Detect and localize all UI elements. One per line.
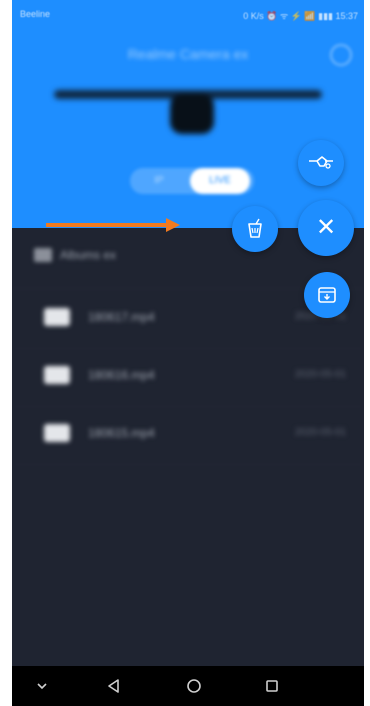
- file-icon: [44, 424, 70, 442]
- file-icon: [44, 366, 70, 384]
- close-fab-button[interactable]: ✕: [298, 200, 354, 256]
- header-bar: Beeline 0 K/s ⏰ ᯤ ⚡ 📶 ▮▮▮ 15:37 Realme C…: [12, 0, 364, 228]
- recents-icon[interactable]: [262, 676, 282, 696]
- file-name: 180615.mp4: [88, 426, 155, 440]
- drone-body: [170, 94, 214, 134]
- phone-screen: Beeline 0 K/s ⏰ ᯤ ⚡ 📶 ▮▮▮ 15:37 Realme C…: [12, 0, 364, 706]
- status-bar: Beeline 0 K/s ⏰ ᯤ ⚡ 📶 ▮▮▮ 15:37: [12, 0, 364, 26]
- drone-image: [54, 78, 322, 138]
- drink-icon: [248, 218, 262, 238]
- folder-name: Albums ex: [60, 248, 117, 262]
- file-icon: [44, 308, 70, 326]
- annotation-arrow: [46, 218, 180, 232]
- mode-option-live[interactable]: LIVE: [190, 168, 250, 194]
- mode-toggle[interactable]: IP LIVE: [130, 168, 254, 194]
- list-item[interactable]: 180616.mp4 2020-05-01: [12, 348, 364, 407]
- drink-fab-button[interactable]: [232, 206, 278, 252]
- file-name: 180616.mp4: [88, 368, 155, 382]
- file-date: 2020-05-01: [294, 427, 346, 438]
- file-date: 2020-05-01: [294, 369, 346, 380]
- drone-icon: [309, 156, 333, 169]
- carrier-label: Beeline: [20, 9, 51, 19]
- system-nav-bar: [12, 666, 364, 706]
- back-icon[interactable]: [104, 676, 124, 696]
- folder-icon: [34, 248, 52, 262]
- home-icon[interactable]: [184, 676, 204, 696]
- settings-icon[interactable]: [330, 44, 352, 66]
- close-icon: ✕: [315, 214, 337, 241]
- page-title: Realme Camera ex: [127, 46, 249, 62]
- list-item[interactable]: 180615.mp4 2020-05-01: [12, 406, 364, 465]
- mode-option-ip[interactable]: IP: [130, 168, 188, 194]
- status-icons: 0 K/s ⏰ ᯤ ⚡ 📶 ▮▮▮ 15:37: [243, 11, 358, 21]
- download-fab-button[interactable]: [304, 272, 350, 318]
- download-icon: [318, 287, 336, 303]
- file-name: 180617.mp4: [88, 310, 155, 324]
- chevron-down-icon[interactable]: [32, 676, 52, 696]
- drone-fab-button[interactable]: [298, 140, 344, 186]
